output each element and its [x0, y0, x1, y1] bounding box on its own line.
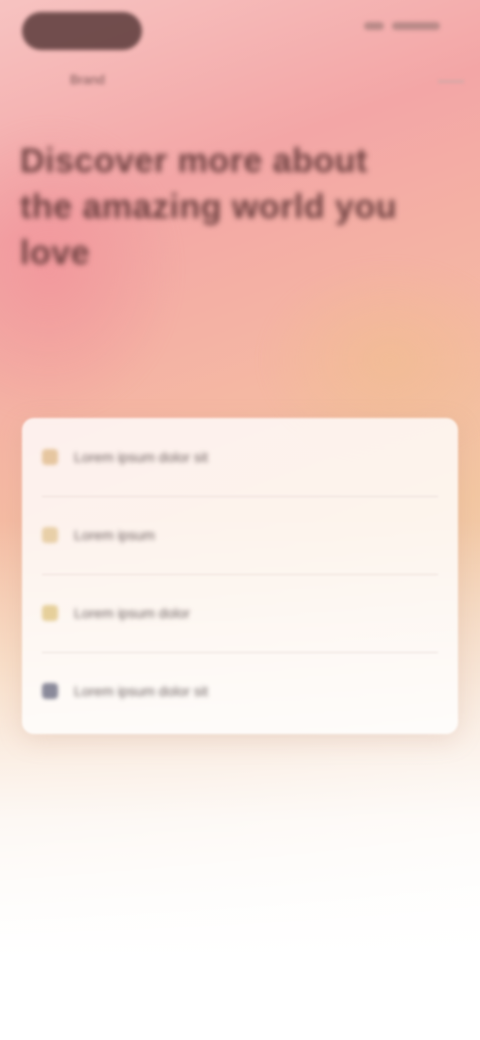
brand-subtitle: Brand: [70, 72, 105, 87]
grid-icon: [42, 683, 58, 699]
menu-item-3[interactable]: Lorem ipsum dolor: [22, 578, 458, 648]
menu-item-1[interactable]: Lorem ipsum dolor sit: [22, 422, 458, 492]
brand-logo[interactable]: [22, 12, 142, 50]
star-icon: [42, 449, 58, 465]
nav-indicator: [364, 22, 384, 30]
menu-item-label: Lorem ipsum dolor sit: [74, 449, 208, 465]
menu-toggle-icon[interactable]: [438, 80, 464, 83]
page-title: Discover more about the amazing world yo…: [20, 142, 397, 272]
divider: [42, 652, 438, 653]
menu-item-label: Lorem ipsum: [74, 527, 155, 543]
sun-icon: [42, 527, 58, 543]
divider: [42, 574, 438, 575]
app-screen: Brand Discover more about the amazing wo…: [0, 0, 480, 1040]
menu-item-4[interactable]: Lorem ipsum dolor sit: [22, 656, 458, 726]
menu-item-label: Lorem ipsum dolor sit: [74, 683, 208, 699]
menu-item-2[interactable]: Lorem ipsum: [22, 500, 458, 570]
menu-item-label: Lorem ipsum dolor: [74, 605, 190, 621]
bulb-icon: [42, 605, 58, 621]
nav-link[interactable]: [392, 22, 440, 30]
options-card: Lorem ipsum dolor sit Lorem ipsum Lorem …: [22, 418, 458, 734]
divider: [42, 496, 438, 497]
top-nav: [364, 22, 440, 30]
